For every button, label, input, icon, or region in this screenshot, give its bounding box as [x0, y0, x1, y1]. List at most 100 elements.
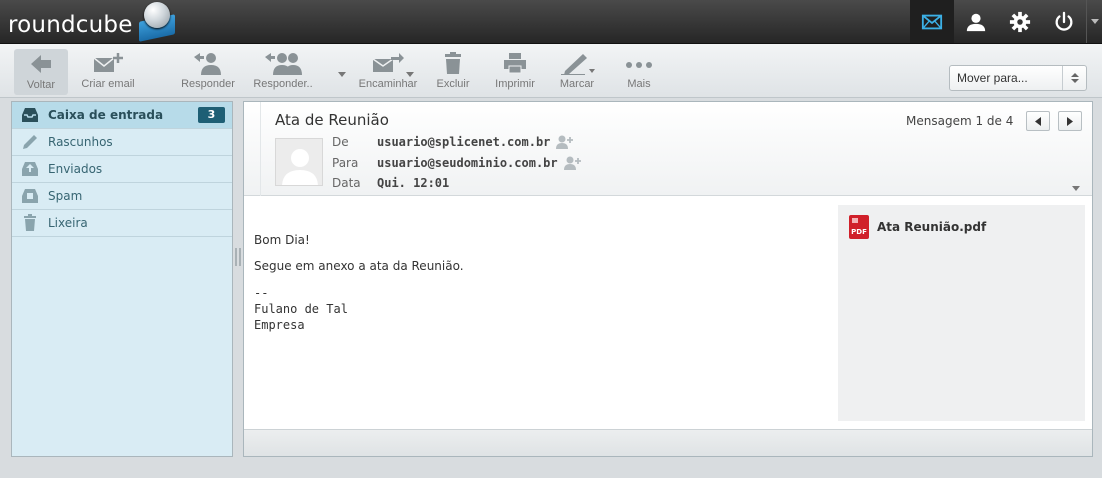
folder-name: Rascunhos [48, 135, 113, 149]
mark-label: Marcar [559, 78, 595, 90]
compose-icon [93, 53, 123, 72]
logo-text: roundcube [8, 12, 133, 38]
pdf-file-icon: PDF [849, 215, 869, 239]
settings-icon [1009, 11, 1031, 32]
reply-button[interactable]: Responder [176, 48, 240, 96]
forward-icon [372, 53, 404, 72]
message-subject: Ata de Reunião [275, 111, 389, 129]
to-row: Para usuario@seudominio.com.br [332, 154, 582, 172]
folder-name: Spam [48, 189, 83, 203]
date-label: Data [332, 176, 361, 190]
body-greeting: Bom Dia! [254, 233, 310, 247]
message-header: Ata de Reunião De usuario@splicenet.com.… [244, 102, 1092, 196]
reply-label: Responder [181, 78, 235, 90]
add-contact-button[interactable] [563, 156, 582, 170]
reply-all-icon [265, 53, 302, 75]
unread-count-badge: 3 [198, 107, 225, 123]
trash-icon [445, 52, 461, 74]
mail-icon [921, 14, 943, 29]
contacts-task-button[interactable] [954, 0, 998, 43]
next-message-button[interactable] [1058, 111, 1082, 131]
top-bar: roundcube [0, 0, 1102, 44]
inbox-icon [20, 105, 40, 125]
add-contact-button[interactable] [556, 135, 574, 149]
folder-name: Caixa de entrada [48, 108, 164, 122]
add-contact-icon [556, 135, 574, 149]
forward-dropdown[interactable] [406, 66, 416, 77]
body-signature: -- Fulano de Tal Empresa [254, 286, 348, 332]
folder-name: Lixeira [48, 216, 88, 230]
folder-drafts[interactable]: Rascunhos [12, 129, 232, 156]
print-button[interactable]: Imprimir [488, 48, 542, 96]
arrow-left-icon [31, 55, 51, 73]
reply-all-dropdown[interactable] [338, 66, 348, 77]
folder-inbox[interactable]: Caixa de entrada 3 [12, 102, 232, 129]
more-icon [626, 62, 652, 68]
back-label: Voltar [26, 79, 56, 91]
folder-trash[interactable]: Lixeira [12, 210, 232, 237]
more-button[interactable]: Mais [620, 48, 658, 96]
more-label: Mais [627, 78, 651, 90]
compose-button[interactable]: Criar email [74, 48, 142, 96]
reply-all-label: Responder.. [253, 78, 313, 90]
sidebar-resize-handle[interactable] [235, 248, 241, 266]
logout-icon [1055, 11, 1073, 31]
chevron-down-icon [406, 72, 414, 77]
from-label: De [332, 135, 349, 149]
date-row: Data Qui. 12:01 [332, 174, 449, 192]
back-button[interactable]: Voltar [14, 49, 68, 95]
task-menu-dropdown[interactable] [1086, 0, 1102, 43]
message-footer [244, 429, 1092, 456]
previous-message-button[interactable] [1026, 111, 1050, 131]
settings-task-button[interactable] [998, 0, 1042, 43]
attachment-item[interactable]: PDF Ata Reunião.pdf [848, 215, 986, 239]
message-counter: Mensagem 1 de 4 [906, 114, 1014, 128]
reply-all-button[interactable]: Responder.. [245, 48, 321, 96]
sent-icon [20, 159, 40, 179]
move-to-folder-select[interactable]: Mover para... [949, 65, 1087, 91]
svg-text:PDF: PDF [851, 228, 867, 236]
chevron-down-icon [338, 72, 346, 77]
spam-icon [20, 186, 40, 206]
compose-label: Criar email [81, 78, 135, 90]
logout-task-button[interactable] [1042, 0, 1086, 43]
chevron-down-icon [1090, 18, 1099, 24]
move-select-value: Mover para... [957, 71, 1028, 85]
print-label: Imprimir [495, 78, 535, 90]
sender-avatar [275, 138, 323, 186]
message-date: Qui. 12:01 [377, 176, 450, 190]
drafts-icon [20, 132, 40, 152]
folder-sent[interactable]: Enviados [12, 156, 232, 183]
header-toggle[interactable] [1072, 180, 1082, 191]
forward-label: Encaminhar [358, 78, 418, 90]
attachments-panel: PDF Ata Reunião.pdf [838, 205, 1085, 421]
folder-list: Caixa de entrada 3 Rascunhos Enviados Sp… [11, 101, 233, 457]
app-logo[interactable]: roundcube [8, 2, 181, 46]
attachment-name: Ata Reunião.pdf [877, 220, 987, 234]
triangle-right-icon [1067, 116, 1073, 126]
contacts-icon [966, 13, 986, 31]
print-icon [504, 53, 526, 74]
from-address[interactable]: usuario@splicenet.com.br [377, 135, 550, 149]
pencil-icon [561, 54, 595, 75]
body-text: Segue em anexo a ata da Reunião. [254, 259, 464, 273]
trash-icon [20, 213, 40, 233]
folder-spam[interactable]: Spam [12, 183, 232, 210]
message-view: Ata de Reunião De usuario@splicenet.com.… [243, 101, 1093, 457]
reply-icon [194, 53, 221, 75]
triangle-left-icon [1035, 116, 1041, 126]
select-arrows-icon [1062, 66, 1086, 90]
add-contact-icon [563, 156, 581, 170]
from-row: De usuario@splicenet.com.br [332, 133, 574, 151]
mark-button[interactable]: Marcar [555, 48, 599, 96]
roundcube-logo-icon [135, 0, 181, 42]
mail-task-button[interactable] [910, 0, 954, 43]
message-toolbar: Voltar Criar email Responder Responder..… [0, 44, 1102, 98]
to-label: Para [332, 156, 359, 170]
to-address[interactable]: usuario@seudominio.com.br [377, 156, 558, 170]
person-placeholder-icon [276, 139, 322, 185]
delete-button[interactable]: Excluir [432, 48, 474, 96]
delete-label: Excluir [436, 78, 470, 90]
folder-name: Enviados [48, 162, 103, 176]
task-menu [910, 0, 1102, 44]
